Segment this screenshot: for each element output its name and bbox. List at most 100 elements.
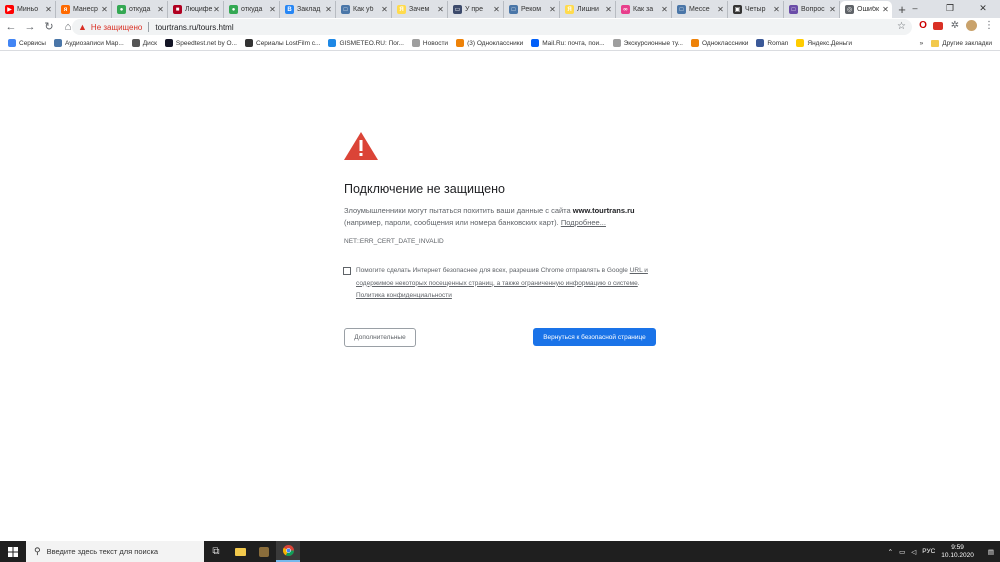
bookmark-item[interactable]: Новости [411,39,448,47]
url-text[interactable]: tourtrans.ru/tours.html [155,23,233,32]
star-icon[interactable]: ☆ [897,21,906,32]
bookmark-item[interactable]: Аудиозаписи Мар... [53,39,124,47]
tab-close-icon[interactable]: ✕ [44,5,53,14]
tab-favicon-icon: ▭ [453,5,462,14]
bookmark-item[interactable]: Одноклассники [690,39,748,47]
volume-icon[interactable]: ◁ [911,548,916,556]
notifications-icon[interactable]: ▤ [988,548,994,556]
browser-tab[interactable]: Я Зачем ✕ [392,1,448,18]
taskbar-search[interactable]: ⚲ Введите здесь текст для поиска [26,541,204,562]
tray-overflow-icon[interactable]: ⌃ [888,548,893,556]
language-indicator[interactable]: РУС [922,548,935,555]
address-bar[interactable]: ▲ Не защищено tourtrans.ru/tours.html ☆ [72,19,912,35]
search-icon: ⚲ [34,546,41,556]
not-secure-label[interactable]: Не защищено [91,23,142,32]
tab-close-icon[interactable]: ✕ [881,5,890,14]
browser-tab[interactable]: В Заклад ✕ [280,1,336,18]
network-icon[interactable]: ▭ [899,548,905,556]
browser-tab[interactable]: ▭ У пре ✕ [448,1,504,18]
file-explorer-icon[interactable] [228,541,252,562]
tab-close-icon[interactable]: ✕ [772,5,781,14]
tab-close-icon[interactable]: ✕ [268,5,277,14]
bookmarks-bar: Сервисы Аудиозаписи Мар... Диск Speedtest.n… [0,36,1000,51]
tab-close-icon[interactable]: ✕ [212,5,221,14]
tab-title: Четыр [745,6,766,13]
browser-tab[interactable]: ▶ Миньо ✕ [0,1,56,18]
browser-tab[interactable]: ◎ Ошибк ✕ [840,1,892,18]
bookmark-label: Speedtest.net by O... [175,39,237,47]
optin-checkbox[interactable] [343,267,351,275]
browser-tab[interactable]: Я Лишни ✕ [560,1,616,18]
clock[interactable]: 9:59 10.10.2020 [941,544,974,560]
bookmark-label: Mail.Ru: почта, пои... [542,39,605,47]
task-view-icon[interactable]: ⧉ [204,541,228,562]
bookmark-item[interactable]: Mail.Ru: почта, пои... [531,39,605,47]
system-tray: ⌃ ▭ ◁ РУС 9:59 10.10.2020 ▤ [888,541,1000,562]
reload-button[interactable]: ↻ [41,19,57,35]
tab-strip: ▶ Миньо ✕ я Манеср ✕ ● откуда ✕ ■ Люцифе ✕ ● откуда ✕ В… [0,0,1000,18]
bookmark-item[interactable]: (3) Одноклассники [456,39,523,47]
tab-favicon-icon: ▶ [5,5,14,14]
bookmark-item[interactable]: Экскурсионные ту... [612,39,683,47]
tab-close-icon[interactable]: ✕ [604,5,613,14]
browser-tab[interactable]: □ Вопрос ✕ [784,1,840,18]
bookmark-favicon-icon [245,39,253,47]
bookmark-item[interactable]: GISMETEO.RU: Пог... [328,39,404,47]
bookmark-item[interactable]: Speedtest.net by O... [164,39,237,47]
browser-tab[interactable]: я Манеср ✕ [56,1,112,18]
warning-icon[interactable]: ▲ [78,22,87,32]
start-button[interactable] [0,541,26,562]
browser-tab[interactable]: □ Мессе ✕ [672,1,728,18]
tab-favicon-icon: ◎ [845,5,854,14]
privacy-policy-link[interactable]: Политика конфиденциальности [356,292,452,299]
extension-badge-icon[interactable] [931,19,945,33]
tab-favicon-icon: я [61,5,70,14]
back-to-safety-button[interactable]: Вернуться к безопасной странице [533,328,656,346]
tab-close-icon[interactable]: ✕ [828,5,837,14]
app-icon[interactable] [252,541,276,562]
browser-tab[interactable]: ● откуда ✕ [112,1,168,18]
browser-tab[interactable]: ■ Люцифе ✕ [168,1,224,18]
tab-close-icon[interactable]: ✕ [716,5,725,14]
tab-favicon-icon: □ [677,5,686,14]
maximize-button[interactable]: ❐ [935,0,965,16]
tab-close-icon[interactable]: ✕ [380,5,389,14]
bookmark-item[interactable]: Яндекс.Деньги [796,39,852,47]
opera-extension-icon[interactable]: O [916,19,930,33]
bookmark-item[interactable]: Диск [131,39,157,47]
tab-close-icon[interactable]: ✕ [660,5,669,14]
bookmark-item[interactable]: Roman [756,39,788,47]
browser-tab[interactable]: ∞ Как за ✕ [616,1,672,18]
learn-more-link[interactable]: Подробнее... [561,218,606,227]
bookmark-item[interactable]: Сериалы LostFilm с... [245,39,320,47]
bookmarks-overflow-button[interactable]: » [920,40,924,47]
tab-title: откуда [241,6,263,13]
tab-close-icon[interactable]: ✕ [436,5,445,14]
clock-date: 10.10.2020 [941,551,974,559]
error-code[interactable]: NET::ERR_CERT_DATE_INVALID [344,238,444,245]
advanced-button[interactable]: Дополнительные [344,328,416,347]
tab-close-icon[interactable]: ✕ [156,5,165,14]
minimize-button[interactable]: – [900,0,930,16]
tab-close-icon[interactable]: ✕ [324,5,333,14]
tab-close-icon[interactable]: ✕ [492,5,501,14]
close-window-button[interactable]: ✕ [968,0,998,16]
menu-icon[interactable]: ⋮ [982,19,996,33]
back-button[interactable]: ← [3,19,19,35]
chrome-taskbar-icon[interactable] [276,541,300,562]
clock-time: 9:59 [951,543,964,551]
forward-button[interactable]: → [22,19,38,35]
other-bookmarks-button[interactable]: Другие закладки [942,40,992,47]
bookmark-favicon-icon [612,39,621,47]
avatar[interactable] [964,19,978,33]
tab-close-icon[interactable]: ✕ [100,5,109,14]
puzzle-icon[interactable]: ✲ [948,19,962,33]
browser-tab[interactable]: ● откуда ✕ [224,1,280,18]
tab-title: откуда [129,6,151,13]
bookmark-item[interactable]: Сервисы [8,39,46,47]
browser-tab[interactable]: □ Как уб ✕ [336,1,392,18]
browser-tab[interactable]: □ Реком ✕ [504,1,560,18]
taskbar-search-placeholder[interactable]: Введите здесь текст для поиска [47,547,159,556]
browser-tab[interactable]: ▣ Четыр ✕ [728,1,784,18]
tab-close-icon[interactable]: ✕ [548,5,557,14]
